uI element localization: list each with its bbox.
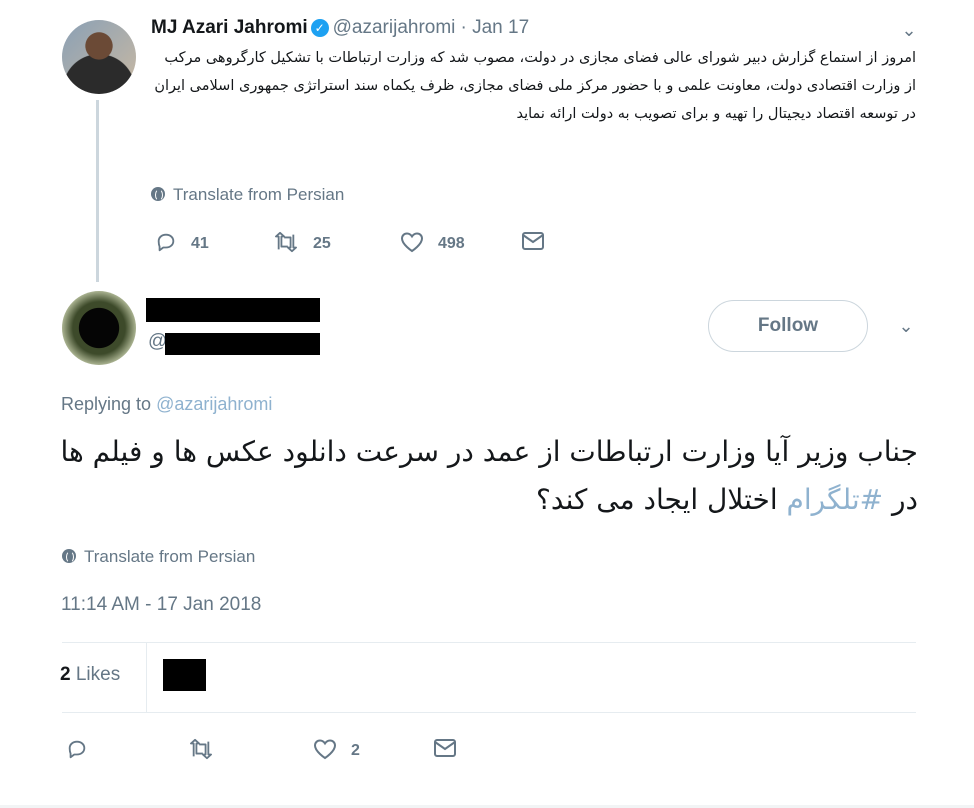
replying-to: Replying to @azarijahromi [61,394,272,415]
retweet-button[interactable] [188,738,228,760]
tweet-date[interactable]: · Jan 17 [461,17,530,38]
reply-tweet-text: جناب وزیر آیا وزارت ارتباطات از عمد در س… [60,428,918,524]
translate-label: Translate from Persian [173,185,345,204]
like-count: 2 [351,742,360,759]
chevron-down-icon[interactable]: ⌄ [896,18,922,44]
reply-count: 41 [191,235,209,252]
reply-button[interactable] [66,738,102,760]
envelope-icon [434,739,456,757]
replying-to-label: Replying to [61,394,157,414]
tweet-timestamp[interactable]: 11:14 AM - 17 Jan 2018 [61,594,261,616]
author-handle[interactable]: @azarijahromi [333,17,456,38]
heart-icon [313,739,337,760]
likes-label: Likes [70,664,121,685]
replying-to-mention[interactable]: @azarijahromi [156,394,272,414]
redacted-author-handle [165,333,320,355]
like-button[interactable]: 2 [313,738,360,760]
translate-link[interactable]: Translate from Persian [151,185,344,205]
reply-icon [68,740,86,759]
verified-icon: ✓ [310,19,329,37]
chevron-down-icon[interactable]: ⌄ [893,314,919,340]
globe-icon [151,187,165,201]
thread-line [96,100,99,282]
author-name[interactable]: MJ Azari Jahromi [151,17,308,38]
author-avatar[interactable] [62,20,136,94]
reply-icon [157,233,175,252]
reply-button[interactable]: 41 [155,231,209,253]
likes-number: 2 [60,664,71,685]
retweet-icon [190,738,212,760]
redacted-author-name [146,298,320,322]
divider [62,642,916,643]
direct-message-button[interactable] [521,231,559,251]
hashtag-link[interactable]: #تلگرام [787,483,884,516]
retweet-count: 25 [313,235,331,252]
reply-author-avatar[interactable] [62,291,136,365]
like-count: 498 [438,235,465,252]
likes-stat[interactable]: 2 Likes [60,664,120,686]
reply-text-part2: اختلال ایجاد می کند؟ [536,483,787,516]
parent-tweet-header: MJ Azari Jahromi ✓ @azarijahromi · Jan 17 [151,17,529,39]
retweet-icon [274,231,297,253]
divider [62,712,916,713]
direct-message-button[interactable] [433,738,471,758]
redacted-liker-avatar [163,659,206,691]
parent-tweet-text: امروز از استماع گزارش دبیر شورای عالی فض… [154,50,916,122]
globe-icon [62,549,76,563]
divider [146,643,147,712]
heart-icon [400,232,424,253]
retweet-button[interactable]: 25 [273,231,331,253]
envelope-icon [522,232,544,250]
translate-link[interactable]: Translate from Persian [62,547,255,567]
like-button[interactable]: 498 [400,231,465,253]
translate-label: Translate from Persian [84,547,256,566]
follow-button[interactable]: Follow [708,300,868,352]
